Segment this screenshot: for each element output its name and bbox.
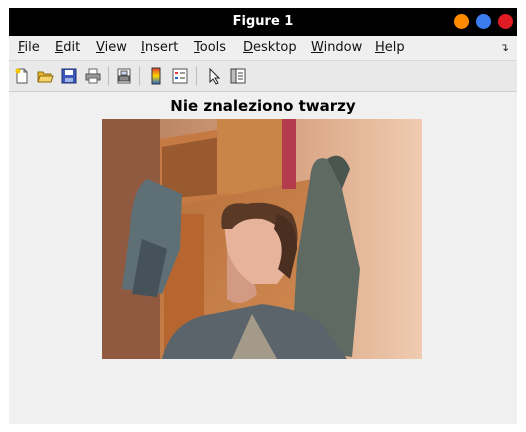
- open-file-icon[interactable]: [35, 66, 55, 86]
- menu-window[interactable]: Window: [311, 40, 362, 55]
- toolbar: [9, 60, 517, 92]
- axes-title: Nie znaleziono twarzy: [170, 97, 356, 115]
- menu-view-accel: V: [96, 40, 105, 55]
- curved-arrow-icon[interactable]: ↴: [500, 41, 509, 54]
- menu-insert[interactable]: Insert: [141, 40, 178, 55]
- select-arrow-icon[interactable]: [204, 66, 224, 86]
- title-bar[interactable]: Figure 1: [9, 8, 517, 36]
- menu-file-label: ile: [24, 40, 40, 55]
- property-editor-icon[interactable]: [228, 66, 248, 86]
- toolbar-separator: [139, 66, 140, 86]
- menu-window-accel: W: [311, 40, 324, 55]
- close-button[interactable]: [498, 14, 513, 29]
- menu-view-label: iew: [104, 40, 127, 55]
- legend-icon[interactable]: [170, 66, 190, 86]
- maximize-button[interactable]: [476, 14, 491, 29]
- new-figure-icon[interactable]: [12, 66, 32, 86]
- webcam-image: [102, 119, 422, 359]
- menu-help-label: elp: [384, 40, 405, 55]
- menu-desktop[interactable]: Desktop: [243, 40, 297, 55]
- print-preview-icon[interactable]: [114, 66, 134, 86]
- figure-canvas: Nie znaleziono twarzy: [9, 92, 517, 424]
- window-title: Figure 1: [232, 14, 294, 29]
- toolbar-separator: [196, 66, 197, 86]
- figure-window: Figure 1 File Edit View Insert Tools Des…: [9, 8, 517, 424]
- menu-edit-label: dit: [63, 40, 81, 55]
- menu-desktop-label: esktop: [253, 40, 297, 55]
- menu-desktop-accel: D: [243, 40, 254, 55]
- menu-help[interactable]: Help: [375, 40, 405, 55]
- menu-bar: File Edit View Insert Tools Desktop Wind…: [9, 36, 517, 60]
- menu-edit[interactable]: Edit: [55, 40, 80, 55]
- menu-tools-label: ools: [199, 40, 227, 55]
- colorbar-icon[interactable]: [146, 66, 166, 86]
- menu-window-label: indow: [323, 40, 363, 55]
- menu-tools[interactable]: Tools: [194, 40, 226, 55]
- toolbar-separator: [108, 66, 109, 86]
- menu-view[interactable]: View: [96, 40, 127, 55]
- save-icon[interactable]: [59, 66, 79, 86]
- menu-help-accel: H: [375, 40, 385, 55]
- menu-file[interactable]: File: [18, 40, 40, 55]
- menu-insert-label: nsert: [144, 40, 179, 55]
- minimize-button[interactable]: [454, 14, 469, 29]
- menu-edit-accel: E: [55, 40, 64, 55]
- print-icon[interactable]: [83, 66, 103, 86]
